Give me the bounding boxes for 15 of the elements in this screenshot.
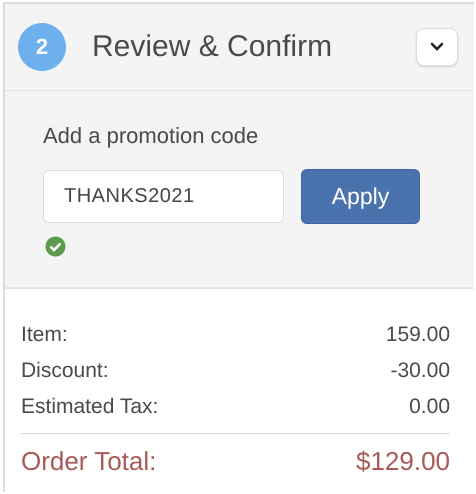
summary-label: Estimated Tax: xyxy=(21,395,158,419)
summary-amount: 0.00 xyxy=(409,395,450,419)
summary-amount: 159.00 xyxy=(386,323,450,347)
collapse-toggle-button[interactable] xyxy=(416,28,458,66)
summary-label: Item: xyxy=(21,323,68,347)
summary-amount: -30.00 xyxy=(390,359,450,383)
promo-code-label: Add a promotion code xyxy=(43,123,260,149)
apply-button[interactable]: Apply xyxy=(301,169,420,224)
order-total-label: Order Total: xyxy=(21,446,156,477)
summary-label: Discount: xyxy=(21,359,109,383)
step-number-badge: 2 xyxy=(18,23,66,71)
promo-code-input[interactable]: THANKS2021 xyxy=(43,170,284,223)
chevron-down-icon xyxy=(430,42,444,52)
section-title: Review & Confirm xyxy=(92,30,334,64)
order-total-amount: $129.00 xyxy=(356,446,450,477)
